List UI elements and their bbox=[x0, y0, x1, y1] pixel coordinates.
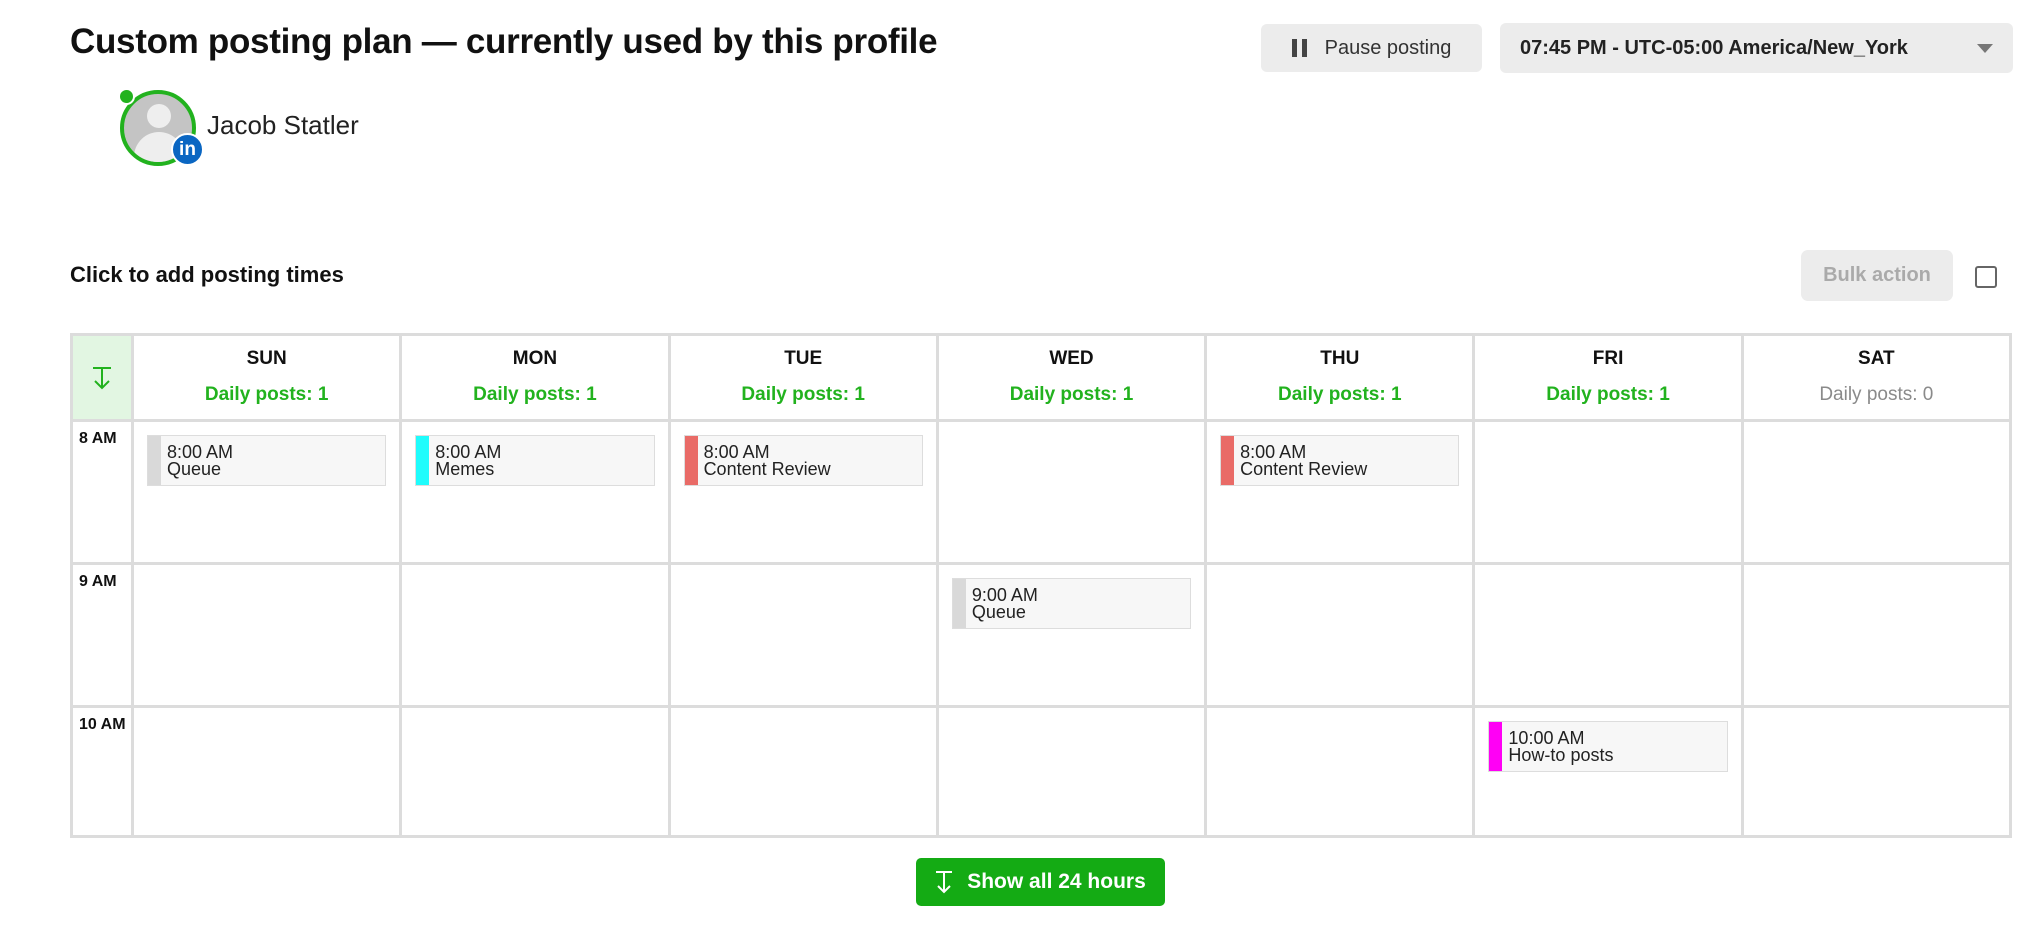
daily-posts-count: Daily posts: 1 bbox=[1278, 384, 1402, 405]
posting-category: Memes bbox=[435, 459, 495, 479]
hour-label: 9 AM bbox=[73, 565, 131, 705]
arrow-down-to-line-icon bbox=[93, 366, 111, 389]
posting-category: Content Review bbox=[1240, 459, 1368, 479]
day-name: THU bbox=[1320, 348, 1360, 369]
pause-icon bbox=[1291, 39, 1307, 57]
arrow-down-to-line-icon bbox=[936, 871, 953, 894]
timezone-value: 07:45 PM - UTC-05:00 America/New_York bbox=[1520, 36, 1908, 59]
time-slot-thu-10am[interactable] bbox=[1207, 708, 1473, 835]
day-header-sat: SAT Daily posts: 0 bbox=[1743, 336, 2009, 419]
posting-time-card[interactable]: 8:00 AM Content Review bbox=[683, 435, 923, 486]
category-color-bar bbox=[952, 579, 966, 628]
time-slot-sat-8am[interactable] bbox=[1743, 422, 2009, 562]
day-name: MON bbox=[512, 348, 558, 369]
category-color-bar bbox=[1489, 722, 1503, 771]
time-slot-sun-9am[interactable] bbox=[134, 565, 400, 705]
time-slot-tue-10am[interactable] bbox=[670, 708, 936, 835]
pause-posting-label: Pause posting bbox=[1324, 36, 1452, 59]
bulk-action-button[interactable]: Bulk action bbox=[1801, 250, 1953, 301]
time-slot-fri-9am[interactable] bbox=[1475, 565, 1741, 705]
posting-time-text: 8:00 AM Queue bbox=[161, 436, 233, 485]
posting-time-text: 8:00 AM Content Review bbox=[698, 436, 831, 485]
daily-posts-count: Daily posts: 1 bbox=[473, 384, 597, 405]
time-slot-sat-10am[interactable] bbox=[1743, 708, 2009, 835]
time-slot-sat-9am[interactable] bbox=[1743, 565, 2009, 705]
linkedin-icon: in bbox=[171, 133, 204, 166]
time-slot-wed-9am[interactable]: 9:00 AM Queue bbox=[938, 565, 1205, 705]
category-color-bar bbox=[1221, 436, 1235, 485]
posting-schedule-grid: SUN Daily posts: 1 MON Daily posts: 1 TUE Dai… bbox=[70, 333, 2012, 838]
timezone-select[interactable]: 07:45 PM - UTC-05:00 America/New_York bbox=[1500, 23, 2013, 73]
pause-posting-button[interactable]: Pause posting bbox=[1261, 24, 1482, 72]
chevron-down-icon bbox=[1977, 43, 1993, 53]
time-slot-sun-10am[interactable] bbox=[134, 708, 400, 835]
page-title: Custom posting plan — currently used by … bbox=[70, 22, 938, 61]
day-header-sun: SUN Daily posts: 1 bbox=[134, 336, 400, 419]
day-header-fri: FRI Daily posts: 1 bbox=[1475, 336, 1741, 419]
hour-label: 8 AM bbox=[73, 422, 131, 562]
posting-category: Content Review bbox=[703, 459, 831, 479]
day-name: SUN bbox=[246, 348, 287, 369]
posting-category: Queue bbox=[167, 459, 222, 479]
day-header-tue: TUE Daily posts: 1 bbox=[670, 336, 936, 419]
time-slot-mon-10am[interactable] bbox=[402, 708, 668, 835]
day-name: FRI bbox=[1592, 348, 1624, 369]
time-slot-thu-8am[interactable]: 8:00 AM Content Review bbox=[1207, 422, 1473, 562]
time-slot-thu-9am[interactable] bbox=[1207, 565, 1473, 705]
online-status-icon bbox=[118, 88, 135, 105]
posting-time-text: 10:00 AM How-to posts bbox=[1502, 722, 1613, 771]
day-header-mon: MON Daily posts: 1 bbox=[402, 336, 668, 419]
category-color-bar bbox=[148, 436, 161, 485]
hour-label: 10 AM bbox=[73, 708, 131, 835]
time-slot-mon-9am[interactable] bbox=[402, 565, 668, 705]
category-color-bar bbox=[416, 436, 430, 485]
time-slot-wed-8am[interactable] bbox=[938, 422, 1205, 562]
posting-time-card[interactable]: 10:00 AM How-to posts bbox=[1488, 721, 1728, 772]
posting-time-text: 9:00 AM Queue bbox=[966, 579, 1038, 628]
time-slot-mon-8am[interactable]: 8:00 AM Memes bbox=[402, 422, 668, 562]
day-name: TUE bbox=[784, 348, 823, 369]
posting-category: Queue bbox=[971, 602, 1026, 622]
posting-time-card[interactable]: 9:00 AM Queue bbox=[951, 578, 1192, 629]
daily-posts-count: Daily posts: 1 bbox=[1009, 384, 1134, 405]
daily-posts-count: Daily posts: 1 bbox=[204, 384, 329, 405]
collapse-hours-button[interactable] bbox=[73, 336, 131, 419]
time-slot-fri-10am[interactable]: 10:00 AM How-to posts bbox=[1475, 708, 1741, 835]
posting-time-card[interactable]: 8:00 AM Content Review bbox=[1220, 435, 1460, 486]
time-slot-tue-9am[interactable] bbox=[670, 565, 936, 705]
day-name: SAT bbox=[1858, 348, 1895, 369]
posting-time-text: 8:00 AM Memes bbox=[429, 436, 501, 485]
posting-time-text: 8:00 AM Content Review bbox=[1234, 436, 1367, 485]
day-header-wed: WED Daily posts: 1 bbox=[938, 336, 1205, 419]
select-all-checkbox[interactable] bbox=[1975, 266, 1997, 288]
daily-posts-count: Daily posts: 0 bbox=[1819, 384, 1934, 405]
day-name: WED bbox=[1049, 348, 1094, 369]
posting-time-card[interactable]: 8:00 AM Queue bbox=[147, 435, 387, 486]
time-slot-fri-8am[interactable] bbox=[1475, 422, 1741, 562]
day-header-thu: THU Daily posts: 1 bbox=[1207, 336, 1473, 419]
time-slot-wed-10am[interactable] bbox=[938, 708, 1205, 835]
daily-posts-count: Daily posts: 1 bbox=[1546, 384, 1670, 405]
daily-posts-count: Daily posts: 1 bbox=[741, 384, 865, 405]
avatar-head-icon bbox=[147, 104, 171, 128]
add-posting-times-hint: Click to add posting times bbox=[70, 262, 344, 287]
time-slot-sun-8am[interactable]: 8:00 AM Queue bbox=[134, 422, 400, 562]
show-all-hours-label: Show all 24 hours bbox=[967, 870, 1146, 893]
posting-category: How-to posts bbox=[1508, 745, 1614, 765]
category-color-bar bbox=[684, 436, 698, 485]
profile-name: Jacob Statler bbox=[207, 110, 359, 140]
show-all-hours-button[interactable]: Show all 24 hours bbox=[916, 858, 1165, 906]
time-slot-tue-8am[interactable]: 8:00 AM Content Review bbox=[670, 422, 936, 562]
posting-time-card[interactable]: 8:00 AM Memes bbox=[415, 435, 655, 486]
